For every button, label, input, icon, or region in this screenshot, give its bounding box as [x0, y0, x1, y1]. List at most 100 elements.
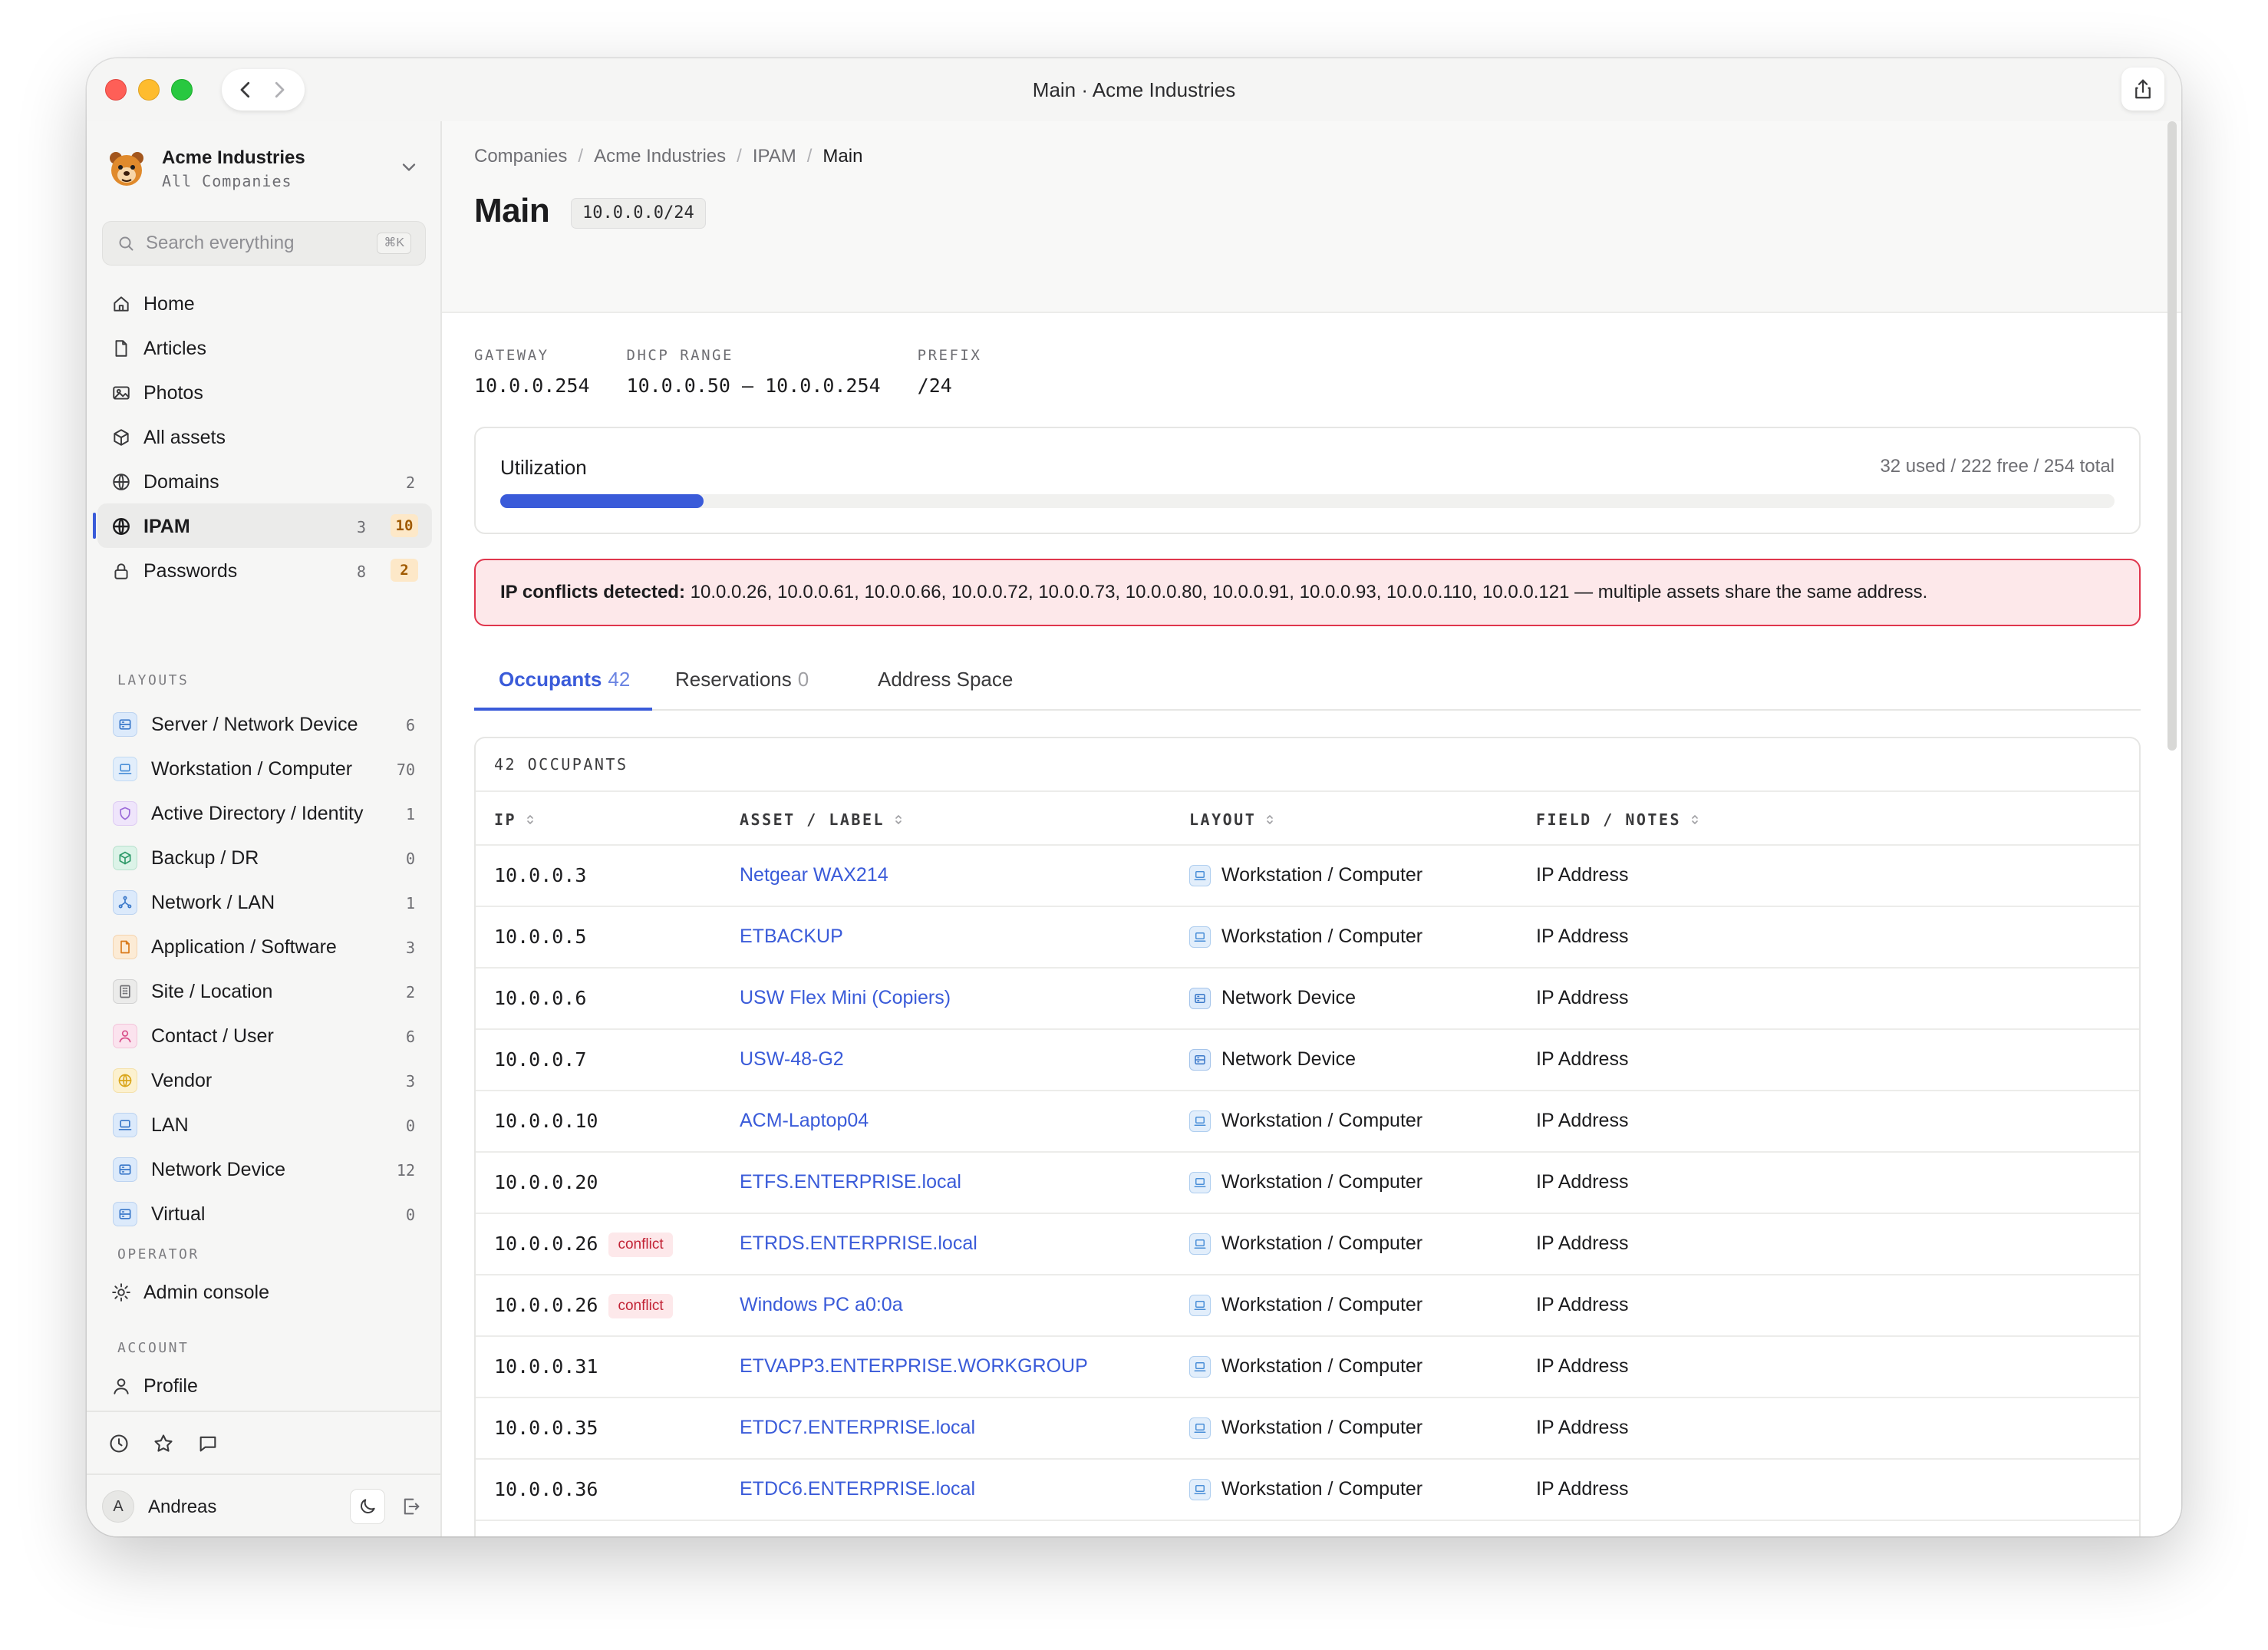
table-row[interactable]: 10.0.0.36 ETDC6.ENTERPRISE.local Workstati…	[476, 1460, 2139, 1521]
tab-label: Reservations	[675, 668, 792, 691]
nav-item-ipam[interactable]: IPAM 3 10	[93, 503, 432, 548]
sidebar: Acme Industries All Companies ⌘K Home Ar…	[87, 121, 442, 1536]
laptop-icon	[1194, 1239, 1206, 1249]
layout-count: 1	[405, 805, 415, 823]
asset-link[interactable]: ETVAPP3.ENTERPRISE.WORKGROUP	[740, 1355, 1088, 1378]
user-name[interactable]: Andreas	[148, 1497, 216, 1518]
theme-toggle-button[interactable]	[350, 1489, 385, 1524]
table-row[interactable]: 10.0.0.7 USW-48-G2 Network Device IP Addres…	[476, 1030, 2139, 1091]
asset-link[interactable]: ETRDS.ENTERPRISE.local	[740, 1233, 977, 1255]
layout-count: 12	[396, 1161, 415, 1180]
cell-layout: Workstation / Computer	[1189, 1355, 1422, 1378]
layout-item-server-network-device[interactable]: Server / Network Device 6	[97, 701, 432, 746]
logout-icon[interactable]	[401, 1496, 422, 1517]
server-icon	[1195, 1054, 1205, 1064]
table-row[interactable]: 10.0.0.43CHECK PRINTER - PINESWorkstatio…	[476, 1521, 2139, 1536]
sort-icon	[895, 815, 902, 824]
layout-name: Network Device	[1221, 987, 1357, 1008]
layout-item-contact-user[interactable]: Contact / User 6	[97, 1013, 432, 1058]
layout-chip	[1189, 1110, 1211, 1132]
chat-icon[interactable]	[197, 1433, 219, 1454]
nav-label: Articles	[143, 338, 206, 359]
asset-link[interactable]: USW-48-G2	[740, 1048, 844, 1071]
asset-link[interactable]: ETBACKUP	[740, 926, 843, 948]
cell-ip: 10.0.0.31	[494, 1355, 598, 1378]
search-box[interactable]: ⌘K	[102, 221, 426, 266]
clock-icon[interactable]	[108, 1433, 130, 1454]
layout-item-application-software[interactable]: Application / Software 3	[97, 924, 432, 969]
breadcrumb-companies[interactable]: Companies	[474, 146, 567, 167]
building-icon	[120, 985, 130, 998]
layout-item-vendor[interactable]: Vendor 3	[97, 1058, 432, 1102]
nav-item-admin-console[interactable]: Admin console	[97, 1269, 432, 1314]
asset-link[interactable]: ETDC6.ENTERPRISE.local	[740, 1478, 975, 1500]
scrollbar[interactable]	[2167, 121, 2177, 751]
column-header-ip[interactable]: IP	[494, 810, 536, 829]
nav-item-home[interactable]: Home	[97, 281, 432, 325]
asset-link[interactable]: Windows PC a0:0a	[740, 1294, 903, 1316]
layout-item-active-directory-identity[interactable]: Active Directory / Identity 1	[97, 790, 432, 835]
occupants-table: 42 OCCUPANTS IP ASSET / LABEL LAYOUT FIE…	[474, 737, 2141, 1536]
layout-item-site-location[interactable]: Site / Location 2	[97, 969, 432, 1013]
tab-occupants[interactable]: Occupants 42	[499, 668, 630, 691]
column-header-asset[interactable]: ASSET / LABEL	[740, 810, 905, 829]
asset-link[interactable]: ETDC7.ENTERPRISE.local	[740, 1417, 975, 1439]
nav-item-profile[interactable]: Profile	[97, 1363, 432, 1407]
tab-address-space[interactable]: Address Space	[878, 668, 1013, 691]
asset-link[interactable]: Netgear WAX214	[740, 864, 888, 886]
cell-ip: 10.0.0.10	[494, 1110, 598, 1132]
nav-item-domains[interactable]: Domains 2	[97, 459, 432, 503]
nav-item-photos[interactable]: Photos	[97, 370, 432, 414]
tab-reservations[interactable]: Reservations 0	[675, 668, 809, 691]
file-icon	[120, 940, 130, 954]
title-bar: Main · Acme Industries	[87, 58, 2181, 121]
nav-item-passwords[interactable]: Passwords 8 2	[97, 548, 432, 592]
table-row[interactable]: 10.0.0.10 ACM-Laptop04 Workstation / Compu…	[476, 1091, 2139, 1153]
table-row[interactable]: 10.0.0.5 ETBACKUP Workstation / Computer IP…	[476, 907, 2139, 969]
alert-title: IP conflicts detected:	[500, 582, 685, 602]
layout-label: Network / LAN	[151, 892, 275, 913]
asset-link[interactable]: ETFS.ENTERPRISE.local	[740, 1171, 961, 1193]
layout-item-backup-dr[interactable]: Backup / DR 0	[97, 835, 432, 879]
layout-item-lan[interactable]: LAN 0	[97, 1102, 432, 1147]
table-row[interactable]: 10.0.0.35 ETDC7.ENTERPRISE.local Workstati…	[476, 1398, 2139, 1460]
layout-item-network-lan[interactable]: Network / LAN 1	[97, 879, 432, 924]
fact-key: DHCP RANGE	[626, 347, 733, 364]
breadcrumb-ipam[interactable]: IPAM	[753, 146, 796, 167]
column-header-layout[interactable]: LAYOUT	[1189, 810, 1276, 829]
layout-item-virtual[interactable]: Virtual 0	[97, 1191, 432, 1236]
nav-item-all-assets[interactable]: All assets	[97, 414, 432, 459]
table-row[interactable]: 10.0.0.20 ETFS.ENTERPRISE.local Workstatio…	[476, 1153, 2139, 1214]
table-row[interactable]: 10.0.0.26 conflict Windows PC a0:0a Worksta…	[476, 1275, 2139, 1337]
cell-ip: 10.0.0.26 conflict	[494, 1233, 673, 1257]
sun-icon	[112, 1283, 130, 1302]
nav-count: 8	[356, 563, 366, 581]
org-switcher[interactable]: Acme Industries All Companies	[102, 143, 424, 196]
section-heading-account: ACCOUNT	[117, 1340, 190, 1356]
table-row[interactable]: 10.0.0.31 ETVAPP3.ENTERPRISE.WORKGROUP Wor…	[476, 1337, 2139, 1398]
layout-item-workstation-computer[interactable]: Workstation / Computer 70	[97, 746, 432, 790]
layout-item-network-device[interactable]: Network Device 12	[97, 1147, 432, 1191]
asset-link[interactable]: ACM-Laptop04	[740, 1110, 869, 1132]
nav-badge: 10	[391, 514, 418, 537]
nav-label: All assets	[143, 427, 226, 448]
table-row[interactable]: 10.0.0.26 conflict ETRDS.ENTERPRISE.local W…	[476, 1214, 2139, 1275]
layout-count: 0	[405, 1206, 415, 1224]
conflict-badge: conflict	[608, 1233, 673, 1257]
star-icon[interactable]	[153, 1433, 174, 1454]
main-content: Companies / Acme Industries / IPAM / Mai…	[442, 121, 2181, 1536]
laptop-icon	[1194, 1361, 1206, 1371]
search-input[interactable]	[146, 231, 376, 256]
conflict-alert: IP conflicts detected: 10.0.0.26, 10.0.0…	[474, 559, 2141, 626]
layout-count: 0	[405, 1117, 415, 1135]
column-header-field[interactable]: FIELD / NOTES	[1536, 810, 1701, 829]
share-button[interactable]	[2121, 68, 2164, 111]
avatar[interactable]: A	[102, 1490, 134, 1523]
table-row[interactable]: 10.0.0.6 USW Flex Mini (Copiers) Network D…	[476, 969, 2139, 1030]
table-row[interactable]: 10.0.0.3 Netgear WAX214 Workstation / Comp…	[476, 846, 2139, 907]
asset-link[interactable]: USW Flex Mini (Copiers)	[740, 987, 951, 1009]
layout-label: Backup / DR	[151, 847, 259, 869]
nav-item-articles[interactable]: Articles	[97, 325, 432, 370]
breadcrumb-company[interactable]: Acme Industries	[594, 146, 726, 167]
tab-bar: Occupants 42 Reservations 0 Address Space	[474, 649, 2141, 711]
